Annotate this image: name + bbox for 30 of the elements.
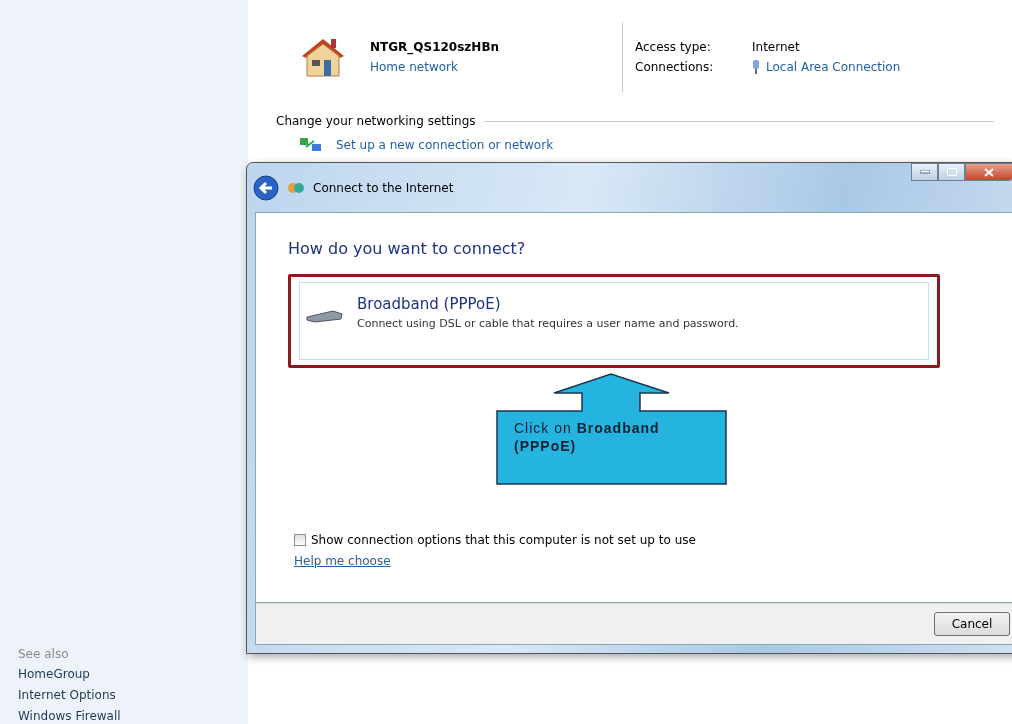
help-link[interactable]: Help me choose	[294, 554, 391, 568]
maximize-button[interactable]	[938, 163, 965, 181]
network-type-link[interactable]: Home network	[370, 60, 622, 74]
minimize-icon	[919, 170, 930, 174]
see-also-link[interactable]: Internet Options	[18, 688, 248, 702]
maximize-icon	[946, 168, 957, 176]
see-also-heading: See also	[18, 647, 70, 661]
house-icon	[300, 36, 346, 78]
network-name: NTGR_QS120szHBn	[370, 40, 501, 54]
checkbox-label: Show connection options that this computer is not set up to use	[311, 533, 696, 547]
see-also-link[interactable]: Windows Firewall	[18, 709, 248, 723]
callout-text: Click on Broadband (PPPoE)	[514, 419, 661, 455]
network-setup-icon	[300, 136, 322, 154]
settings-heading: Change your networking settings	[276, 114, 476, 128]
close-icon	[984, 167, 994, 177]
connection-option[interactable]: Broadband (PPPoE) Connect using DSL or cable that requires a user name and password.	[299, 282, 929, 360]
close-button[interactable]	[965, 163, 1012, 181]
connection-link[interactable]: Local Area Connection	[766, 60, 901, 74]
see-also-link[interactable]: HomeGroup	[18, 667, 248, 681]
connections-label: Connections:	[635, 60, 715, 74]
minimize-button[interactable]	[911, 163, 938, 181]
dialog-question: How do you want to connect?	[288, 239, 527, 258]
dialog-title: Connect to the Internet	[313, 180, 454, 195]
checkbox[interactable]	[294, 534, 306, 546]
modem-icon	[305, 309, 343, 323]
setup-connection-link[interactable]: Set up a new connection or network	[336, 138, 554, 152]
access-type-value: Internet	[752, 40, 801, 54]
connection-icon	[752, 60, 760, 74]
cancel-button[interactable]: Cancel	[934, 612, 1010, 636]
access-type-label: Access type:	[635, 40, 712, 54]
